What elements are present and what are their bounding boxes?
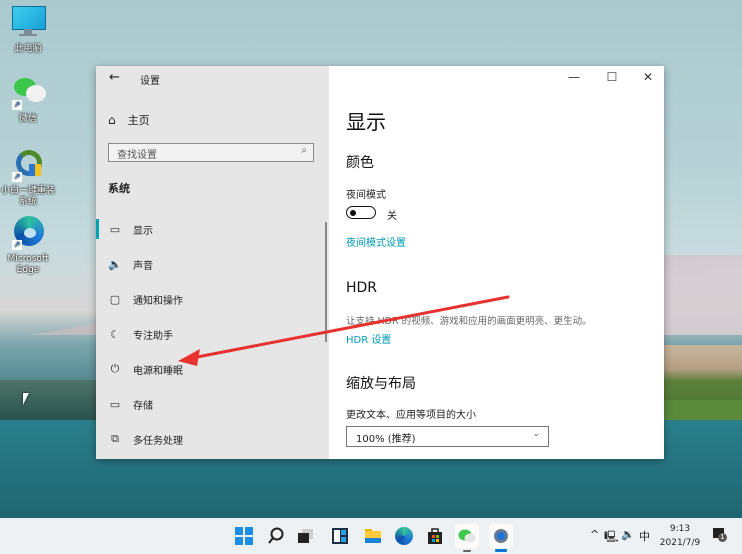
nav-item-storage[interactable]: ▭ 存储 — [96, 387, 321, 421]
home-icon: ⌂ — [108, 113, 116, 127]
shortcut-arrow-icon: ↗ — [12, 172, 22, 182]
settings-nav-pane: ← 设置 ⌂ 主页 查找设置 ⌕ 系统 ▭ 显示 🔈 声音 ▢ 通知和操作 ☾ … — [96, 66, 329, 459]
tray-overflow-chevron[interactable]: ^ — [590, 528, 599, 541]
scale-dropdown-value: 100% (推荐) — [356, 434, 416, 445]
nav-item-focus-assist[interactable]: ☾ 专注助手 — [96, 317, 321, 351]
focus-assist-icon: ☾ — [110, 327, 120, 341]
running-indicator — [463, 550, 471, 552]
night-light-toggle[interactable] — [346, 206, 376, 219]
clock-date: 2021/7/9 — [659, 538, 701, 548]
edge-taskbar-button[interactable] — [392, 524, 416, 548]
search-placeholder: 查找设置 — [117, 150, 157, 161]
night-light-state: 关 — [387, 211, 397, 222]
desktop-icon-this-pc[interactable]: 此电脑 — [0, 6, 56, 55]
close-button[interactable]: ✕ — [633, 70, 663, 84]
maximize-button[interactable]: ☐ — [597, 70, 627, 84]
hdr-settings-link[interactable]: HDR 设置 — [346, 331, 391, 346]
desktop-icon-xiaobai[interactable]: ↗ 小白一键重装系统 — [0, 148, 56, 208]
back-button[interactable]: ← — [109, 70, 120, 85]
nav-home-label: 主页 — [127, 114, 150, 127]
wechat-icon — [458, 529, 476, 543]
wechat-taskbar-button[interactable] — [455, 524, 479, 552]
hdr-description: 让支持 HDR 的视频、游戏和应用的画面更明亮、更生动。 — [346, 316, 592, 327]
clock-time: 9:13 — [669, 524, 691, 534]
notification-center-button[interactable]: 1 — [713, 528, 727, 542]
edge-icon: ↗ — [10, 216, 46, 250]
store-button[interactable] — [423, 524, 447, 548]
widgets-icon — [332, 528, 348, 544]
text-size-label: 更改文本、应用等项目的大小 — [346, 410, 476, 421]
settings-gear-icon — [494, 529, 508, 543]
scale-dropdown[interactable]: 100% (推荐) ⌄ — [346, 426, 549, 447]
search-button[interactable] — [264, 524, 288, 548]
toggle-knob — [350, 209, 356, 216]
active-indicator — [495, 549, 507, 552]
nav-home[interactable]: ⌂ 主页 — [108, 112, 150, 128]
taskbar: ^ 🖳 🔉 中 9:13 2021/7/9 1 — [0, 518, 742, 554]
search-icon — [268, 527, 284, 544]
multitasking-icon: ⧉ — [111, 432, 119, 445]
volume-icon[interactable]: 🔉 — [621, 528, 635, 541]
nav-item-display[interactable]: ▭ 显示 — [96, 212, 321, 246]
settings-content-pane: — ☐ ✕ 显示 颜色 夜间模式 关 夜间模式设置 HDR 让支持 HDR 的视… — [329, 66, 664, 459]
nav-item-label: 存储 — [133, 400, 153, 412]
task-view-button[interactable] — [294, 524, 318, 548]
nav-item-label: 电源和睡眠 — [133, 365, 183, 377]
minimize-button[interactable]: — — [559, 70, 589, 84]
settings-search-input[interactable]: 查找设置 ⌕ — [108, 143, 314, 162]
task-view-icon — [298, 529, 313, 543]
nav-item-notifications[interactable]: ▢ 通知和操作 — [96, 282, 321, 316]
folder-icon — [365, 529, 381, 543]
nav-item-label: 多任务处理 — [133, 435, 183, 447]
night-light-label: 夜间模式 — [346, 190, 386, 201]
desktop-icon-label: Microsoft Edge — [7, 254, 49, 275]
nav-item-label: 通知和操作 — [133, 295, 183, 307]
desktop-icon-label: 小白一键重装系统 — [0, 186, 55, 207]
page-title: 显示 — [346, 110, 386, 134]
color-heading: 颜色 — [346, 155, 374, 171]
start-button[interactable] — [232, 524, 256, 548]
desktop-icon-wechat[interactable]: ↗ 微信 — [0, 76, 56, 125]
power-icon: ⏻ — [110, 362, 120, 375]
widgets-button[interactable] — [328, 524, 352, 548]
window-title: 设置 — [140, 76, 160, 87]
storage-icon: ▭ — [109, 397, 121, 411]
xiaobai-reinstall-icon: ↗ — [10, 148, 46, 182]
nav-section-title: 系统 — [108, 182, 130, 195]
clock[interactable]: 9:13 2021/7/9 — [655, 522, 705, 550]
input-method-indicator[interactable]: 中 — [639, 528, 650, 544]
display-icon: ▭ — [109, 222, 121, 236]
nav-item-power-sleep[interactable]: ⏻ 电源和睡眠 — [96, 352, 321, 386]
wechat-icon: ↗ — [10, 76, 46, 110]
nav-item-label: 专注助手 — [133, 330, 173, 342]
windows-logo-icon — [235, 527, 253, 545]
file-explorer-button[interactable] — [361, 524, 385, 548]
nav-item-label: 显示 — [133, 225, 153, 237]
nav-item-multitasking[interactable]: ⧉ 多任务处理 — [96, 422, 321, 456]
desktop-icon-label: 此电脑 — [14, 44, 42, 54]
nav-item-sound[interactable]: 🔈 声音 — [96, 247, 321, 281]
edge-icon — [395, 527, 413, 545]
desktop-icon-label: 微信 — [18, 114, 37, 124]
night-light-settings-link[interactable]: 夜间模式设置 — [346, 234, 406, 249]
mouse-cursor-icon — [23, 393, 29, 405]
scale-layout-heading: 缩放与布局 — [346, 376, 416, 392]
shortcut-arrow-icon: ↗ — [12, 100, 22, 110]
notification-count-badge: 1 — [718, 533, 727, 542]
settings-taskbar-button[interactable] — [489, 524, 513, 552]
shortcut-arrow-icon: ↗ — [12, 240, 22, 250]
wallpaper-grass — [664, 345, 742, 405]
settings-window: ← 设置 ⌂ 主页 查找设置 ⌕ 系统 ▭ 显示 🔈 声音 ▢ 通知和操作 ☾ … — [96, 66, 664, 459]
nav-item-label: 声音 — [133, 260, 153, 272]
network-icon[interactable]: 🖳 — [604, 528, 619, 547]
chevron-down-icon: ⌄ — [532, 429, 540, 439]
notifications-icon: ▢ — [109, 292, 121, 306]
nav-scrollbar[interactable] — [325, 222, 327, 342]
sound-icon: 🔈 — [108, 257, 122, 271]
search-icon: ⌕ — [301, 145, 307, 156]
monitor-icon — [10, 6, 46, 40]
hdr-heading: HDR — [346, 280, 378, 296]
store-icon — [428, 528, 442, 544]
desktop-icon-edge[interactable]: ↗ Microsoft Edge — [0, 216, 56, 276]
